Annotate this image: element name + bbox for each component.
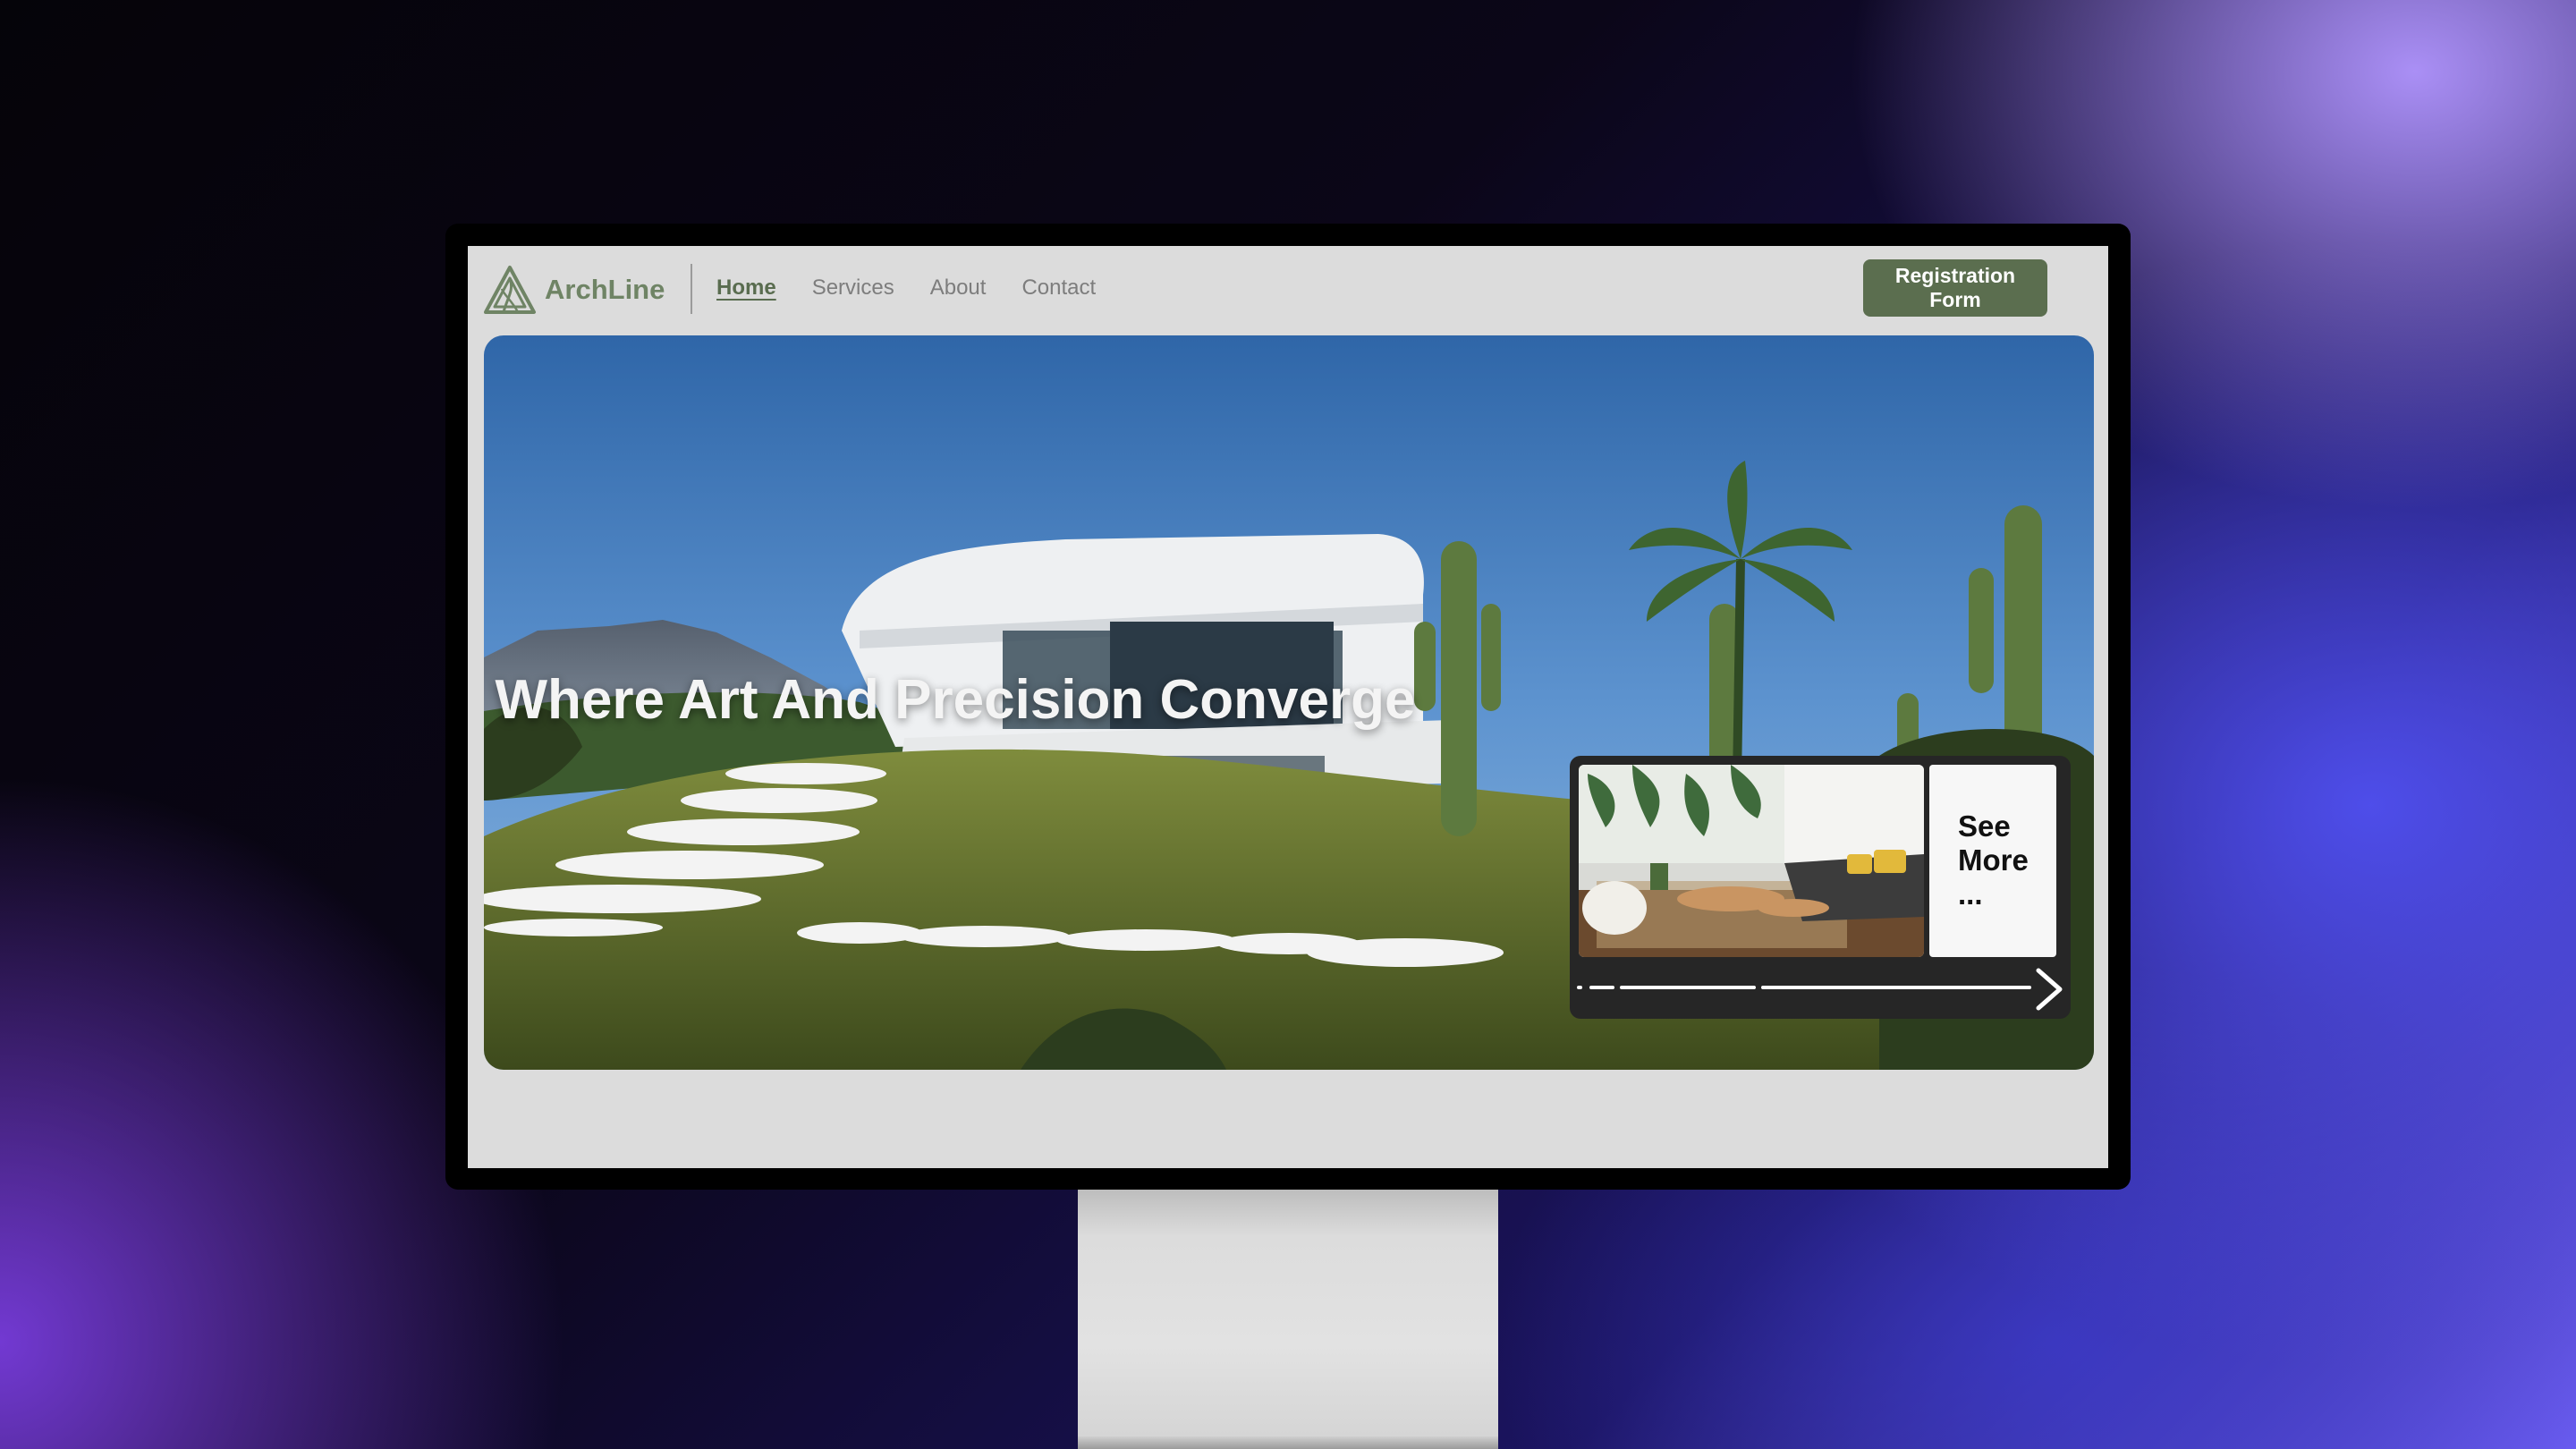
page-below-hero (468, 1070, 2108, 1168)
nav-link-services[interactable]: Services (812, 275, 894, 301)
nav-links: Home Services About Contact (716, 275, 1131, 301)
triangle-swirl-logo-icon (484, 266, 536, 314)
nav-divider (691, 264, 692, 314)
nav-link-contact[interactable]: Contact (1021, 275, 1096, 301)
living-room-image (1579, 765, 1924, 957)
carousel-thumbnail[interactable] (1579, 765, 1924, 957)
brand-name: ArchLine (545, 274, 665, 305)
brand-logo[interactable]: ArchLine (482, 264, 665, 316)
carousel-progress-bar (1577, 986, 2031, 989)
hero-headline: Where Art And Precision Converge (495, 669, 1416, 731)
nav-link-about[interactable]: About (930, 275, 987, 301)
see-more-button[interactable]: See More ... (1929, 765, 2056, 957)
browser-screen: ArchLine Home Services About Contact Reg… (468, 246, 2108, 1168)
project-carousel: See More ... (1570, 756, 2071, 1019)
monitor-stand (1078, 1190, 1498, 1449)
hero-banner: Where Art And Precision Converge See Mor… (484, 335, 2094, 1070)
chevron-right-icon[interactable] (2031, 967, 2067, 1012)
top-navbar: ArchLine Home Services About Contact Reg… (468, 246, 2108, 335)
nav-link-home[interactable]: Home (716, 275, 776, 301)
registration-form-button[interactable]: Registration Form (1863, 259, 2047, 317)
